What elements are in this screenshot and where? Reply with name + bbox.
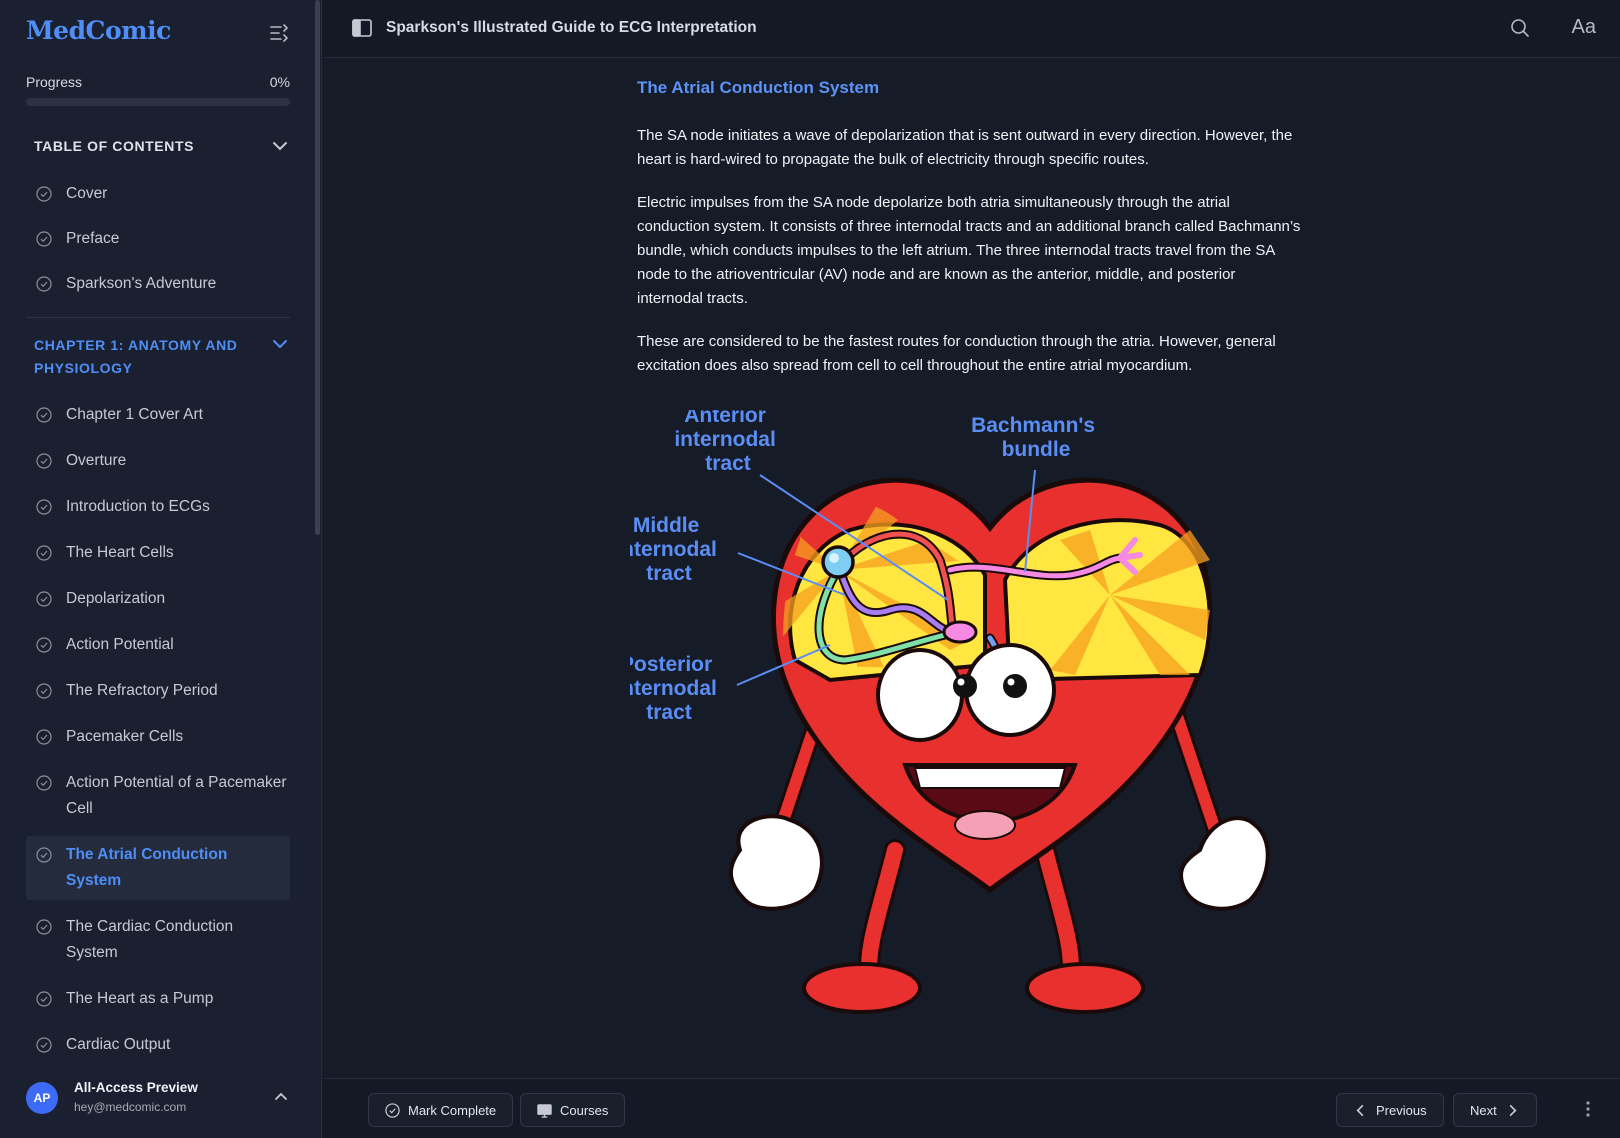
progress-bar — [26, 98, 290, 106]
check-circle-icon — [36, 919, 52, 935]
sidebar-item-sparksons-adventure[interactable]: Sparkson's Adventure — [26, 271, 290, 297]
bottom-bar: Mark Complete Courses Previous Next — [322, 1078, 1620, 1138]
next-button[interactable]: Next — [1453, 1093, 1537, 1127]
sidebar-toggle-icon[interactable] — [352, 19, 372, 37]
sidebar-item-label: The Atrial Conduction System — [66, 846, 228, 889]
user-name: All-Access Preview — [74, 1080, 198, 1095]
sidebar-item-label: Action Potential of a Pacemaker Cell — [66, 774, 287, 817]
progress-percent: 0% — [269, 74, 290, 90]
toc-heading[interactable]: TABLE OF CONTENTS — [34, 138, 290, 154]
sidebar: MedComic Progress 0% TABLE OF CONTENTS C… — [0, 0, 322, 1138]
label-posterior-tract: Posterior internodal tract — [630, 653, 723, 724]
paragraph: Electric impulses from the SA node depol… — [637, 194, 1301, 307]
sidebar-item-label: The Cardiac Conduction System — [66, 918, 234, 961]
sidebar-item-depolarization[interactable]: Depolarization — [26, 586, 290, 612]
sidebar-item-label: Action Potential — [66, 636, 174, 653]
mark-complete-label: Mark Complete — [408, 1102, 497, 1118]
sidebar-item-label: Overture — [66, 452, 127, 469]
check-circle-icon — [36, 775, 52, 791]
sidebar-item-preface[interactable]: Preface — [26, 226, 290, 252]
chapter-1-heading[interactable]: CHAPTER 1: ANATOMY AND PHYSIOLOGY — [34, 334, 290, 380]
check-circle-icon — [36, 729, 52, 745]
courses-button[interactable]: Courses — [520, 1093, 626, 1127]
label-bachmanns-bundle: Bachmann's bundle — [971, 414, 1101, 461]
font-size-icon[interactable]: Aa — [1572, 16, 1596, 39]
courses-label: Courses — [560, 1102, 609, 1118]
chapter-1-heading-label: CHAPTER 1: ANATOMY AND PHYSIOLOGY — [34, 337, 238, 376]
sidebar-item-label: Sparkson's Adventure — [66, 275, 217, 292]
next-label: Next — [1470, 1102, 1497, 1118]
check-circle-icon — [36, 591, 52, 607]
check-circle-icon — [36, 545, 52, 561]
divider — [26, 317, 290, 318]
toc-heading-label: TABLE OF CONTENTS — [34, 138, 195, 154]
sidebar-item-label: Pacemaker Cells — [66, 728, 184, 745]
progress-row: Progress 0% — [26, 74, 290, 90]
check-circle-icon — [36, 683, 52, 699]
sidebar-item-chapter-1-cover-art[interactable]: Chapter 1 Cover Art — [26, 402, 290, 428]
sidebar-item-label: The Refractory Period — [66, 682, 218, 699]
check-circle-icon — [36, 637, 52, 653]
check-circle-icon — [36, 231, 52, 247]
sidebar-item-heart-as-pump[interactable]: The Heart as a Pump — [26, 986, 290, 1012]
sidebar-item-label: The Heart Cells — [66, 544, 174, 561]
more-options-icon[interactable] — [1586, 1101, 1590, 1117]
section-title: The Atrial Conduction System — [637, 78, 880, 97]
logo-row: MedComic — [26, 16, 290, 52]
label-middle-tract: Middle internodal tract — [630, 514, 723, 585]
book-title: Sparkson's Illustrated Guide to ECG Inte… — [386, 19, 757, 36]
main-content: The Atrial Conduction System The SA node… — [637, 78, 1302, 397]
chevron-right-icon — [1509, 1104, 1517, 1116]
user-email: hey@medcomic.com — [74, 1100, 187, 1114]
sidebar-item-label: Preface — [66, 230, 120, 247]
chevron-left-icon — [1356, 1104, 1364, 1116]
sidebar-item-the-refractory-period[interactable]: The Refractory Period — [26, 678, 290, 704]
user-menu[interactable]: AP All-Access Preview hey@medcomic.com — [26, 1078, 296, 1120]
check-circle-icon — [36, 847, 52, 863]
paragraph: The SA node initiates a wave of depolari… — [637, 127, 1293, 168]
sidebar-item-label: Introduction to ECGs — [66, 498, 210, 515]
mark-complete-button[interactable]: Mark Complete — [368, 1093, 514, 1127]
sidebar-item-action-potential-pacemaker[interactable]: Action Potential of a Pacemaker Cell — [26, 770, 290, 822]
sidebar-item-introduction-to-ecgs[interactable]: Introduction to ECGs — [26, 494, 290, 520]
check-circle-icon — [385, 1102, 400, 1118]
label-anterior-tract: Anterior internodal tract — [674, 410, 781, 475]
chevron-up-icon[interactable] — [272, 1088, 290, 1106]
previous-label: Previous — [1376, 1102, 1427, 1118]
sidebar-item-label: Cardiac Output — [66, 1036, 171, 1053]
sidebar-item-label: Cover — [66, 185, 108, 202]
courses-icon — [537, 1103, 552, 1118]
chevron-down-icon[interactable] — [270, 136, 290, 156]
sidebar-scrollbar[interactable] — [315, 0, 320, 535]
sidebar-item-label: Chapter 1 Cover Art — [66, 406, 203, 423]
sidebar-item-pacemaker-cells[interactable]: Pacemaker Cells — [26, 724, 290, 750]
progress-label: Progress — [26, 74, 83, 90]
previous-button[interactable]: Previous — [1336, 1093, 1444, 1127]
sidebar-item-the-heart-cells[interactable]: The Heart Cells — [26, 540, 290, 566]
atrial-conduction-illustration: Anterior internodal tract Bachmann's bun… — [630, 410, 1270, 1014]
sidebar-item-cover[interactable]: Cover — [26, 181, 290, 207]
sidebar-item-cardiac-output[interactable]: Cardiac Output — [26, 1032, 290, 1058]
sidebar-item-cardiac-conduction-system[interactable]: The Cardiac Conduction System — [26, 914, 290, 966]
check-circle-icon — [36, 991, 52, 1007]
check-circle-icon — [36, 276, 52, 292]
sidebar-item-atrial-conduction-system[interactable]: The Atrial Conduction System — [26, 836, 290, 900]
paragraph: These are considered to be the fastest r… — [637, 333, 1276, 374]
chevron-down-icon[interactable] — [270, 334, 290, 354]
sidebar-item-action-potential[interactable]: Action Potential — [26, 632, 290, 658]
check-circle-icon — [36, 1037, 52, 1053]
top-bar: Sparkson's Illustrated Guide to ECG Inte… — [322, 0, 1620, 58]
sidebar-item-label: The Heart as a Pump — [66, 990, 214, 1007]
sidebar-item-label: Depolarization — [66, 590, 166, 607]
search-icon[interactable] — [1510, 18, 1530, 38]
sidebar-item-overture[interactable]: Overture — [26, 448, 290, 474]
check-circle-icon — [36, 407, 52, 423]
collapse-menu-icon[interactable] — [268, 22, 290, 44]
logo[interactable]: MedComic — [26, 16, 171, 45]
avatar: AP — [26, 1082, 58, 1114]
check-circle-icon — [36, 499, 52, 515]
check-circle-icon — [36, 453, 52, 469]
check-circle-icon — [36, 186, 52, 202]
